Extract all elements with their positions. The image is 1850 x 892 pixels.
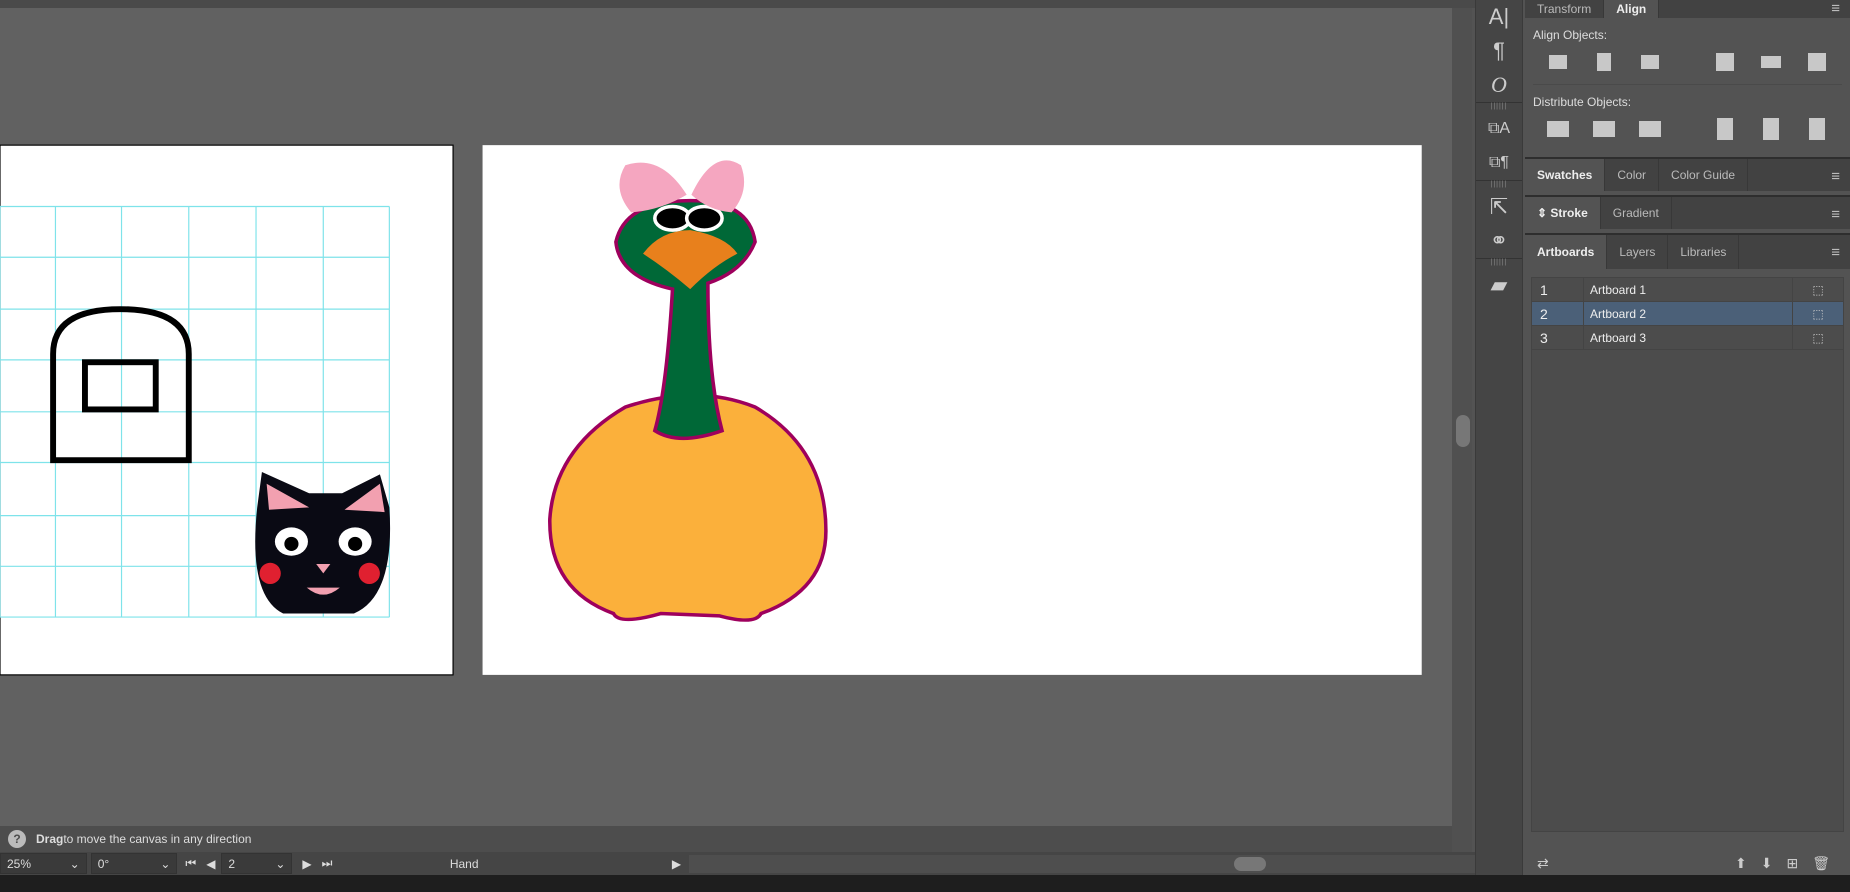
- artboard-options-icon[interactable]: ⬚: [1793, 331, 1843, 345]
- align-objects-label: Align Objects:: [1533, 28, 1608, 42]
- status-bold: Drag: [36, 832, 64, 846]
- artboard-options-icon[interactable]: ⬚: [1793, 307, 1843, 321]
- chevron-down-icon: ⌄: [275, 856, 286, 871]
- artboard-options-icon[interactable]: ⬚: [1793, 283, 1843, 297]
- help-icon[interactable]: ?: [8, 830, 26, 848]
- align-vcenter-icon[interactable]: [1748, 48, 1794, 76]
- canvas[interactable]: [0, 8, 1452, 826]
- zoom-value: 25%: [7, 856, 32, 871]
- distribute-hcenter-icon[interactable]: [1748, 115, 1794, 143]
- new-artboard-icon[interactable]: ⊞: [1786, 855, 1798, 872]
- artboard-number: 2: [1532, 302, 1584, 325]
- tab-transform[interactable]: Transform: [1525, 0, 1605, 18]
- horizontal-scrollbar[interactable]: [689, 854, 1475, 873]
- artboard-row[interactable]: 1 Artboard 1 ⬚: [1532, 278, 1843, 302]
- links-icon[interactable]: ⚭: [1476, 224, 1522, 258]
- tab-libraries[interactable]: Libraries: [1668, 235, 1740, 269]
- tab-stroke-label: Stroke: [1550, 206, 1588, 220]
- first-artboard-icon[interactable]: ⏮: [185, 856, 196, 871]
- comments-icon[interactable]: ▰: [1476, 268, 1522, 302]
- artboard-select[interactable]: 2 ⌄: [221, 853, 293, 874]
- paragraph-icon[interactable]: ¶: [1476, 34, 1522, 68]
- menu-icon[interactable]: ≡: [1831, 0, 1840, 17]
- align-hcenter-icon[interactable]: [1581, 48, 1627, 76]
- rearrange-icon[interactable]: ⇄: [1537, 855, 1549, 872]
- tab-artboards[interactable]: Artboards: [1525, 235, 1608, 269]
- grip[interactable]: ||||||: [1476, 102, 1522, 112]
- prev-artboard-icon[interactable]: ◀: [206, 857, 215, 871]
- move-up-icon[interactable]: ⬆: [1735, 855, 1747, 872]
- tab-stroke[interactable]: ⇕ Stroke: [1525, 197, 1601, 229]
- vertical-scroll-thumb[interactable]: [1456, 415, 1470, 447]
- next-artboard-icon[interactable]: ▶: [302, 857, 311, 871]
- artboard-number: 3: [1532, 326, 1584, 349]
- menu-icon[interactable]: ≡: [1831, 168, 1840, 185]
- export-icon[interactable]: ⇱: [1476, 190, 1522, 224]
- grip[interactable]: ||||||: [1476, 258, 1522, 268]
- distribute-top-icon[interactable]: [1535, 115, 1581, 143]
- artboard-number: 1: [1532, 278, 1584, 301]
- artboard-name[interactable]: Artboard 1: [1584, 278, 1793, 301]
- type-icon[interactable]: A|: [1476, 0, 1522, 34]
- last-artboard-icon[interactable]: ⏭: [322, 856, 333, 871]
- tab-color[interactable]: Color: [1605, 159, 1660, 191]
- status-text: to move the canvas in any direction: [63, 832, 252, 846]
- zoom-select[interactable]: 25% ⌄: [0, 853, 87, 874]
- artboards-panel-actions: ⇄ ⬆ ⬇ ⊞ 🗑: [1525, 852, 1850, 875]
- para-styles-icon[interactable]: ⧉¶: [1476, 146, 1522, 180]
- status-menu-icon[interactable]: ▶: [672, 857, 681, 871]
- menu-icon[interactable]: ≡: [1831, 206, 1840, 223]
- opentype-icon[interactable]: O: [1476, 68, 1522, 102]
- align-bottom-icon[interactable]: [1794, 48, 1840, 76]
- rotation-select[interactable]: 0° ⌄: [90, 853, 178, 874]
- distribute-objects-label: Distribute Objects:: [1533, 84, 1842, 115]
- artboards-list: 1 Artboard 1 ⬚ 2 Artboard 2 ⬚ 3 Artboard 3 ⬚: [1531, 277, 1844, 832]
- artboard-name[interactable]: Artboard 2: [1584, 302, 1793, 325]
- tab-gradient[interactable]: Gradient: [1601, 197, 1672, 229]
- tab-layers[interactable]: Layers: [1607, 235, 1669, 269]
- current-tool: Hand: [449, 856, 479, 871]
- grip[interactable]: ||||||: [1476, 180, 1522, 190]
- top-strip: [0, 0, 1475, 8]
- align-left-icon[interactable]: [1535, 48, 1581, 76]
- distribute-buttons: [1525, 115, 1850, 143]
- align-buttons: [1525, 48, 1850, 76]
- taskbar-strip: [0, 875, 1850, 892]
- tab-align[interactable]: Align: [1604, 0, 1660, 18]
- delete-icon[interactable]: 🗑: [1812, 855, 1830, 872]
- distribute-bottom-icon[interactable]: [1627, 115, 1673, 143]
- horizontal-scroll-thumb[interactable]: [1234, 856, 1267, 871]
- bottom-bar: 25% ⌄ 0° ⌄ ⏮ ◀ 2 ⌄ ▶ ⏭ Hand ▶: [0, 852, 1475, 875]
- char-styles-icon[interactable]: ⧉A: [1476, 112, 1522, 146]
- status-bar: ? Drag to move the canvas in any directi…: [0, 826, 1452, 852]
- tab-swatches[interactable]: Swatches: [1525, 159, 1606, 191]
- tab-color-guide[interactable]: Color Guide: [1659, 159, 1749, 191]
- panel-dock-icons: A| ¶ O |||||| ⧉A ⧉¶ |||||| ⇱ ⚭ |||||| ▰: [1475, 0, 1523, 875]
- artboard-name[interactable]: Artboard 3: [1584, 326, 1793, 349]
- distribute-left-icon[interactable]: [1702, 115, 1748, 143]
- chevron-down-icon: ⌄: [69, 856, 80, 871]
- rotation-value: 0°: [97, 856, 110, 871]
- artboard-value: 2: [228, 856, 236, 871]
- right-panel: Transform Align ≡ Align Objects: Distrib…: [1525, 0, 1850, 875]
- move-down-icon[interactable]: ⬇: [1761, 855, 1773, 872]
- distribute-vcenter-icon[interactable]: [1581, 115, 1627, 143]
- align-right-icon[interactable]: [1627, 48, 1673, 76]
- align-top-icon[interactable]: [1702, 48, 1748, 76]
- distribute-right-icon[interactable]: [1794, 115, 1840, 143]
- menu-icon[interactable]: ≡: [1831, 244, 1840, 261]
- artboard-row[interactable]: 2 Artboard 2 ⬚: [1532, 302, 1843, 326]
- chevron-down-icon: ⌄: [160, 856, 171, 871]
- artboard-row[interactable]: 3 Artboard 3 ⬚: [1532, 326, 1843, 350]
